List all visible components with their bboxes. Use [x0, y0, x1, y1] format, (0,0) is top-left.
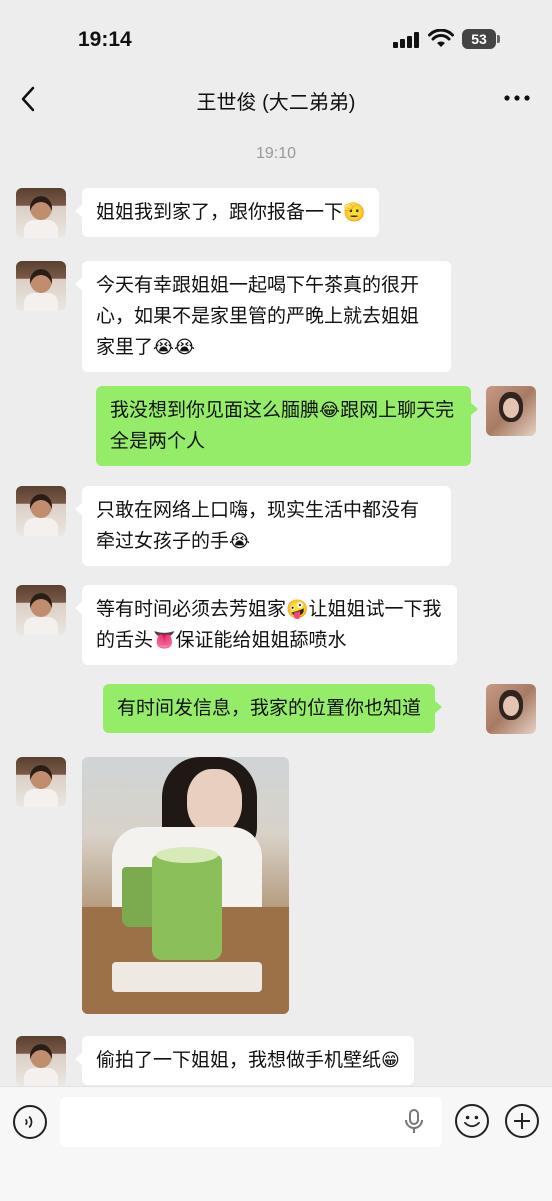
my-avatar[interactable] — [486, 386, 536, 436]
image-message[interactable] — [82, 757, 289, 1014]
message-bubble-incoming[interactable]: 今天有幸跟姐姐一起喝下午茶真的很开心，如果不是家里管的严晚上就去姐姐家里了😭😭 — [75, 261, 451, 372]
voice-input-icon[interactable] — [13, 1105, 47, 1139]
contact-avatar[interactable] — [16, 1036, 66, 1086]
contact-avatar[interactable] — [16, 757, 66, 807]
message-text: 偷拍了一下姐姐，我想做手机壁纸 — [96, 1050, 382, 1071]
chat-header: 王世俊 (大二弟弟) — [0, 72, 552, 126]
status-bar: 19:14 53 — [0, 0, 552, 70]
status-time: 19:14 — [78, 28, 132, 51]
message-text: 只敢在网络上口嗨，现实生活中都没有牵过女孩子的手 — [96, 500, 420, 552]
crying-emoji: 😭😭 — [153, 337, 196, 357]
emoji-picker-icon[interactable] — [455, 1104, 489, 1138]
message-text: 今天有幸跟姐姐一起喝下午茶真的很开心，如果不是家里管的严晚上就去姐姐家里了 — [96, 275, 420, 358]
cellular-signal-icon — [393, 32, 419, 48]
message-text: 等有时间必须去芳姐家 — [96, 599, 287, 620]
message-text: 姐姐我到家了，跟你报备一下 — [96, 202, 344, 223]
laughing-emoji: 😂 — [319, 400, 341, 420]
my-avatar[interactable] — [486, 684, 536, 734]
contact-avatar[interactable] — [16, 486, 66, 536]
grinning-emoji: 😁 — [381, 1050, 400, 1070]
zany-face-emoji: 🤪 — [286, 599, 309, 619]
message-bubble-outgoing[interactable]: 我没想到你见面这么腼腆😂跟网上聊天完全是两个人 — [96, 386, 478, 466]
contact-avatar[interactable] — [16, 585, 66, 635]
more-options-icon[interactable] — [502, 86, 532, 110]
message-text: 有时间发信息，我家的位置你也知道 — [117, 698, 422, 719]
message-bubble-incoming[interactable]: 等有时间必须去芳姐家🤪让姐姐试一下我的舌头👅保证能给姐姐舔喷水 — [75, 585, 457, 665]
crying-emoji: 😭 — [229, 531, 251, 551]
message-input-bar — [0, 1086, 552, 1201]
battery-cap — [497, 35, 500, 43]
message-text-field[interactable] — [60, 1097, 442, 1147]
message-text: 保证能给姐姐舔喷水 — [175, 630, 347, 651]
chat-title: 王世俊 (大二弟弟) — [196, 92, 356, 114]
message-bubble-incoming[interactable]: 只敢在网络上口嗨，现实生活中都没有牵过女孩子的手😭 — [75, 486, 451, 566]
message-text: 我没想到你见面这么腼腆 — [110, 400, 320, 421]
battery-icon: 53 — [462, 29, 496, 49]
message-bubble-incoming[interactable]: 姐姐我到家了，跟你报备一下🫡 — [74, 188, 380, 237]
contact-avatar[interactable] — [16, 261, 66, 311]
tongue-emoji: 👅 — [153, 630, 176, 650]
contact-avatar[interactable] — [16, 188, 66, 238]
message-bubble-outgoing[interactable]: 有时间发信息，我家的位置你也知道 — [103, 684, 443, 733]
plus-more-icon[interactable] — [505, 1104, 539, 1138]
message-timestamp: 19:10 — [255, 145, 297, 162]
wifi-icon — [428, 29, 454, 47]
salute-emoji: 🫡 — [343, 202, 366, 222]
microphone-icon[interactable] — [404, 1109, 424, 1135]
message-bubble-incoming[interactable]: 偷拍了一下姐姐，我想做手机壁纸😁 — [75, 1036, 414, 1085]
